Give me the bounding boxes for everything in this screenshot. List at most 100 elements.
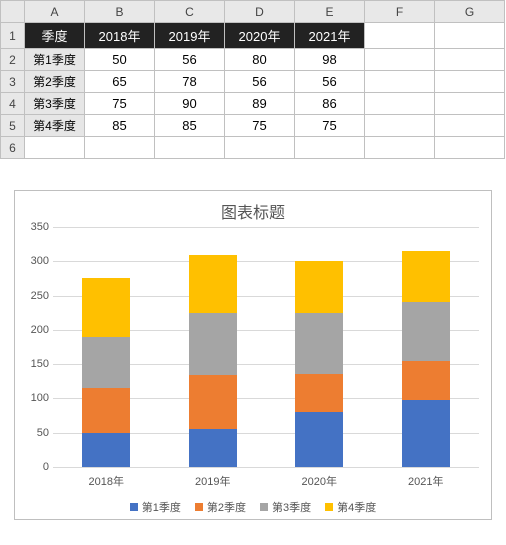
cell-B5[interactable]: 85: [85, 115, 155, 137]
cell-C2[interactable]: 56: [155, 49, 225, 71]
cell-G4[interactable]: [435, 93, 505, 115]
cell-E4[interactable]: 86: [295, 93, 365, 115]
cell-C1[interactable]: 2019年: [155, 23, 225, 49]
cell-G1[interactable]: [435, 23, 505, 49]
col-header-B[interactable]: B: [85, 1, 155, 23]
y-tick-label: 50: [37, 427, 49, 439]
table-row: 6: [1, 137, 505, 159]
stacked-bar: [189, 255, 237, 467]
legend-swatch: [325, 503, 333, 511]
cell-D5[interactable]: 75: [225, 115, 295, 137]
cell-A2[interactable]: 第1季度: [25, 49, 85, 71]
cell-F3[interactable]: [365, 71, 435, 93]
legend-label: 第1季度: [142, 499, 181, 515]
cell-G5[interactable]: [435, 115, 505, 137]
embedded-chart[interactable]: 图表标题 050100150200250300350 2018年2019年202…: [14, 190, 492, 520]
x-tick-label: 2020年: [295, 473, 343, 489]
table-row: 3 第2季度 65 78 56 56: [1, 71, 505, 93]
row-header-4[interactable]: 4: [1, 93, 25, 115]
cell-A4[interactable]: 第3季度: [25, 93, 85, 115]
chart-legend: 第1季度 第2季度 第3季度 第4季度: [15, 499, 491, 515]
row-header-1[interactable]: 1: [1, 23, 25, 49]
cell-E6[interactable]: [295, 137, 365, 159]
col-header-D[interactable]: D: [225, 1, 295, 23]
bar-segment: [189, 255, 237, 313]
col-header-G[interactable]: G: [435, 1, 505, 23]
table-row: 5 第4季度 85 85 75 75: [1, 115, 505, 137]
legend-label: 第4季度: [337, 499, 376, 515]
bar-segment: [189, 429, 237, 467]
cell-F1[interactable]: [365, 23, 435, 49]
y-tick-label: 100: [31, 392, 49, 404]
bar-segment: [189, 375, 237, 428]
bar-segment: [82, 433, 130, 467]
cell-C6[interactable]: [155, 137, 225, 159]
bar-segment: [295, 374, 343, 412]
row-header-3[interactable]: 3: [1, 71, 25, 93]
col-header-C[interactable]: C: [155, 1, 225, 23]
table-row: 2 第1季度 50 56 80 98: [1, 49, 505, 71]
legend-item: 第2季度: [195, 499, 246, 515]
cell-G6[interactable]: [435, 137, 505, 159]
cell-F4[interactable]: [365, 93, 435, 115]
cell-A5[interactable]: 第4季度: [25, 115, 85, 137]
stacked-bar: [82, 278, 130, 467]
cell-E1[interactable]: 2021年: [295, 23, 365, 49]
chart-plot-area: 050100150200250300350: [53, 227, 479, 467]
cell-B3[interactable]: 65: [85, 71, 155, 93]
y-tick-label: 350: [31, 221, 49, 233]
row-header-2[interactable]: 2: [1, 49, 25, 71]
legend-label: 第2季度: [207, 499, 246, 515]
col-header-F[interactable]: F: [365, 1, 435, 23]
cell-E5[interactable]: 75: [295, 115, 365, 137]
row-header-5[interactable]: 5: [1, 115, 25, 137]
legend-swatch: [130, 503, 138, 511]
cell-C5[interactable]: 85: [155, 115, 225, 137]
cell-D2[interactable]: 80: [225, 49, 295, 71]
row-header-6[interactable]: 6: [1, 137, 25, 159]
cell-F5[interactable]: [365, 115, 435, 137]
legend-swatch: [195, 503, 203, 511]
x-tick-label: 2021年: [402, 473, 450, 489]
table-row: 4 第3季度 75 90 89 86: [1, 93, 505, 115]
bar-segment: [402, 400, 450, 467]
cell-B2[interactable]: 50: [85, 49, 155, 71]
cell-A6[interactable]: [25, 137, 85, 159]
cell-E2[interactable]: 98: [295, 49, 365, 71]
bar-segment: [402, 361, 450, 399]
col-header-E[interactable]: E: [295, 1, 365, 23]
stacked-bar: [295, 261, 343, 467]
cell-F2[interactable]: [365, 49, 435, 71]
cell-G3[interactable]: [435, 71, 505, 93]
legend-label: 第3季度: [272, 499, 311, 515]
bar-segment: [402, 251, 450, 302]
legend-swatch: [260, 503, 268, 511]
y-tick-label: 200: [31, 324, 49, 336]
bar-segment: [82, 278, 130, 336]
cell-A3[interactable]: 第2季度: [25, 71, 85, 93]
y-tick-label: 0: [43, 461, 49, 473]
col-header-A[interactable]: A: [25, 1, 85, 23]
select-all-corner[interactable]: [1, 1, 25, 23]
cell-C4[interactable]: 90: [155, 93, 225, 115]
gridline: [53, 467, 479, 468]
spreadsheet-grid[interactable]: A B C D E F G 1 季度 2018年 2019年 2020年 202…: [0, 0, 505, 159]
cell-G2[interactable]: [435, 49, 505, 71]
cell-E3[interactable]: 56: [295, 71, 365, 93]
cell-D1[interactable]: 2020年: [225, 23, 295, 49]
cell-D3[interactable]: 56: [225, 71, 295, 93]
cell-B1[interactable]: 2018年: [85, 23, 155, 49]
cell-F6[interactable]: [365, 137, 435, 159]
column-header-row: A B C D E F G: [1, 1, 505, 23]
cell-B6[interactable]: [85, 137, 155, 159]
cell-D6[interactable]: [225, 137, 295, 159]
bar-segment: [402, 302, 450, 361]
cell-D4[interactable]: 89: [225, 93, 295, 115]
chart-title: 图表标题: [15, 191, 491, 227]
cell-B4[interactable]: 75: [85, 93, 155, 115]
chart-x-axis: 2018年2019年2020年2021年: [53, 473, 479, 489]
bar-segment: [82, 337, 130, 388]
y-tick-label: 250: [31, 290, 49, 302]
cell-A1[interactable]: 季度: [25, 23, 85, 49]
cell-C3[interactable]: 78: [155, 71, 225, 93]
